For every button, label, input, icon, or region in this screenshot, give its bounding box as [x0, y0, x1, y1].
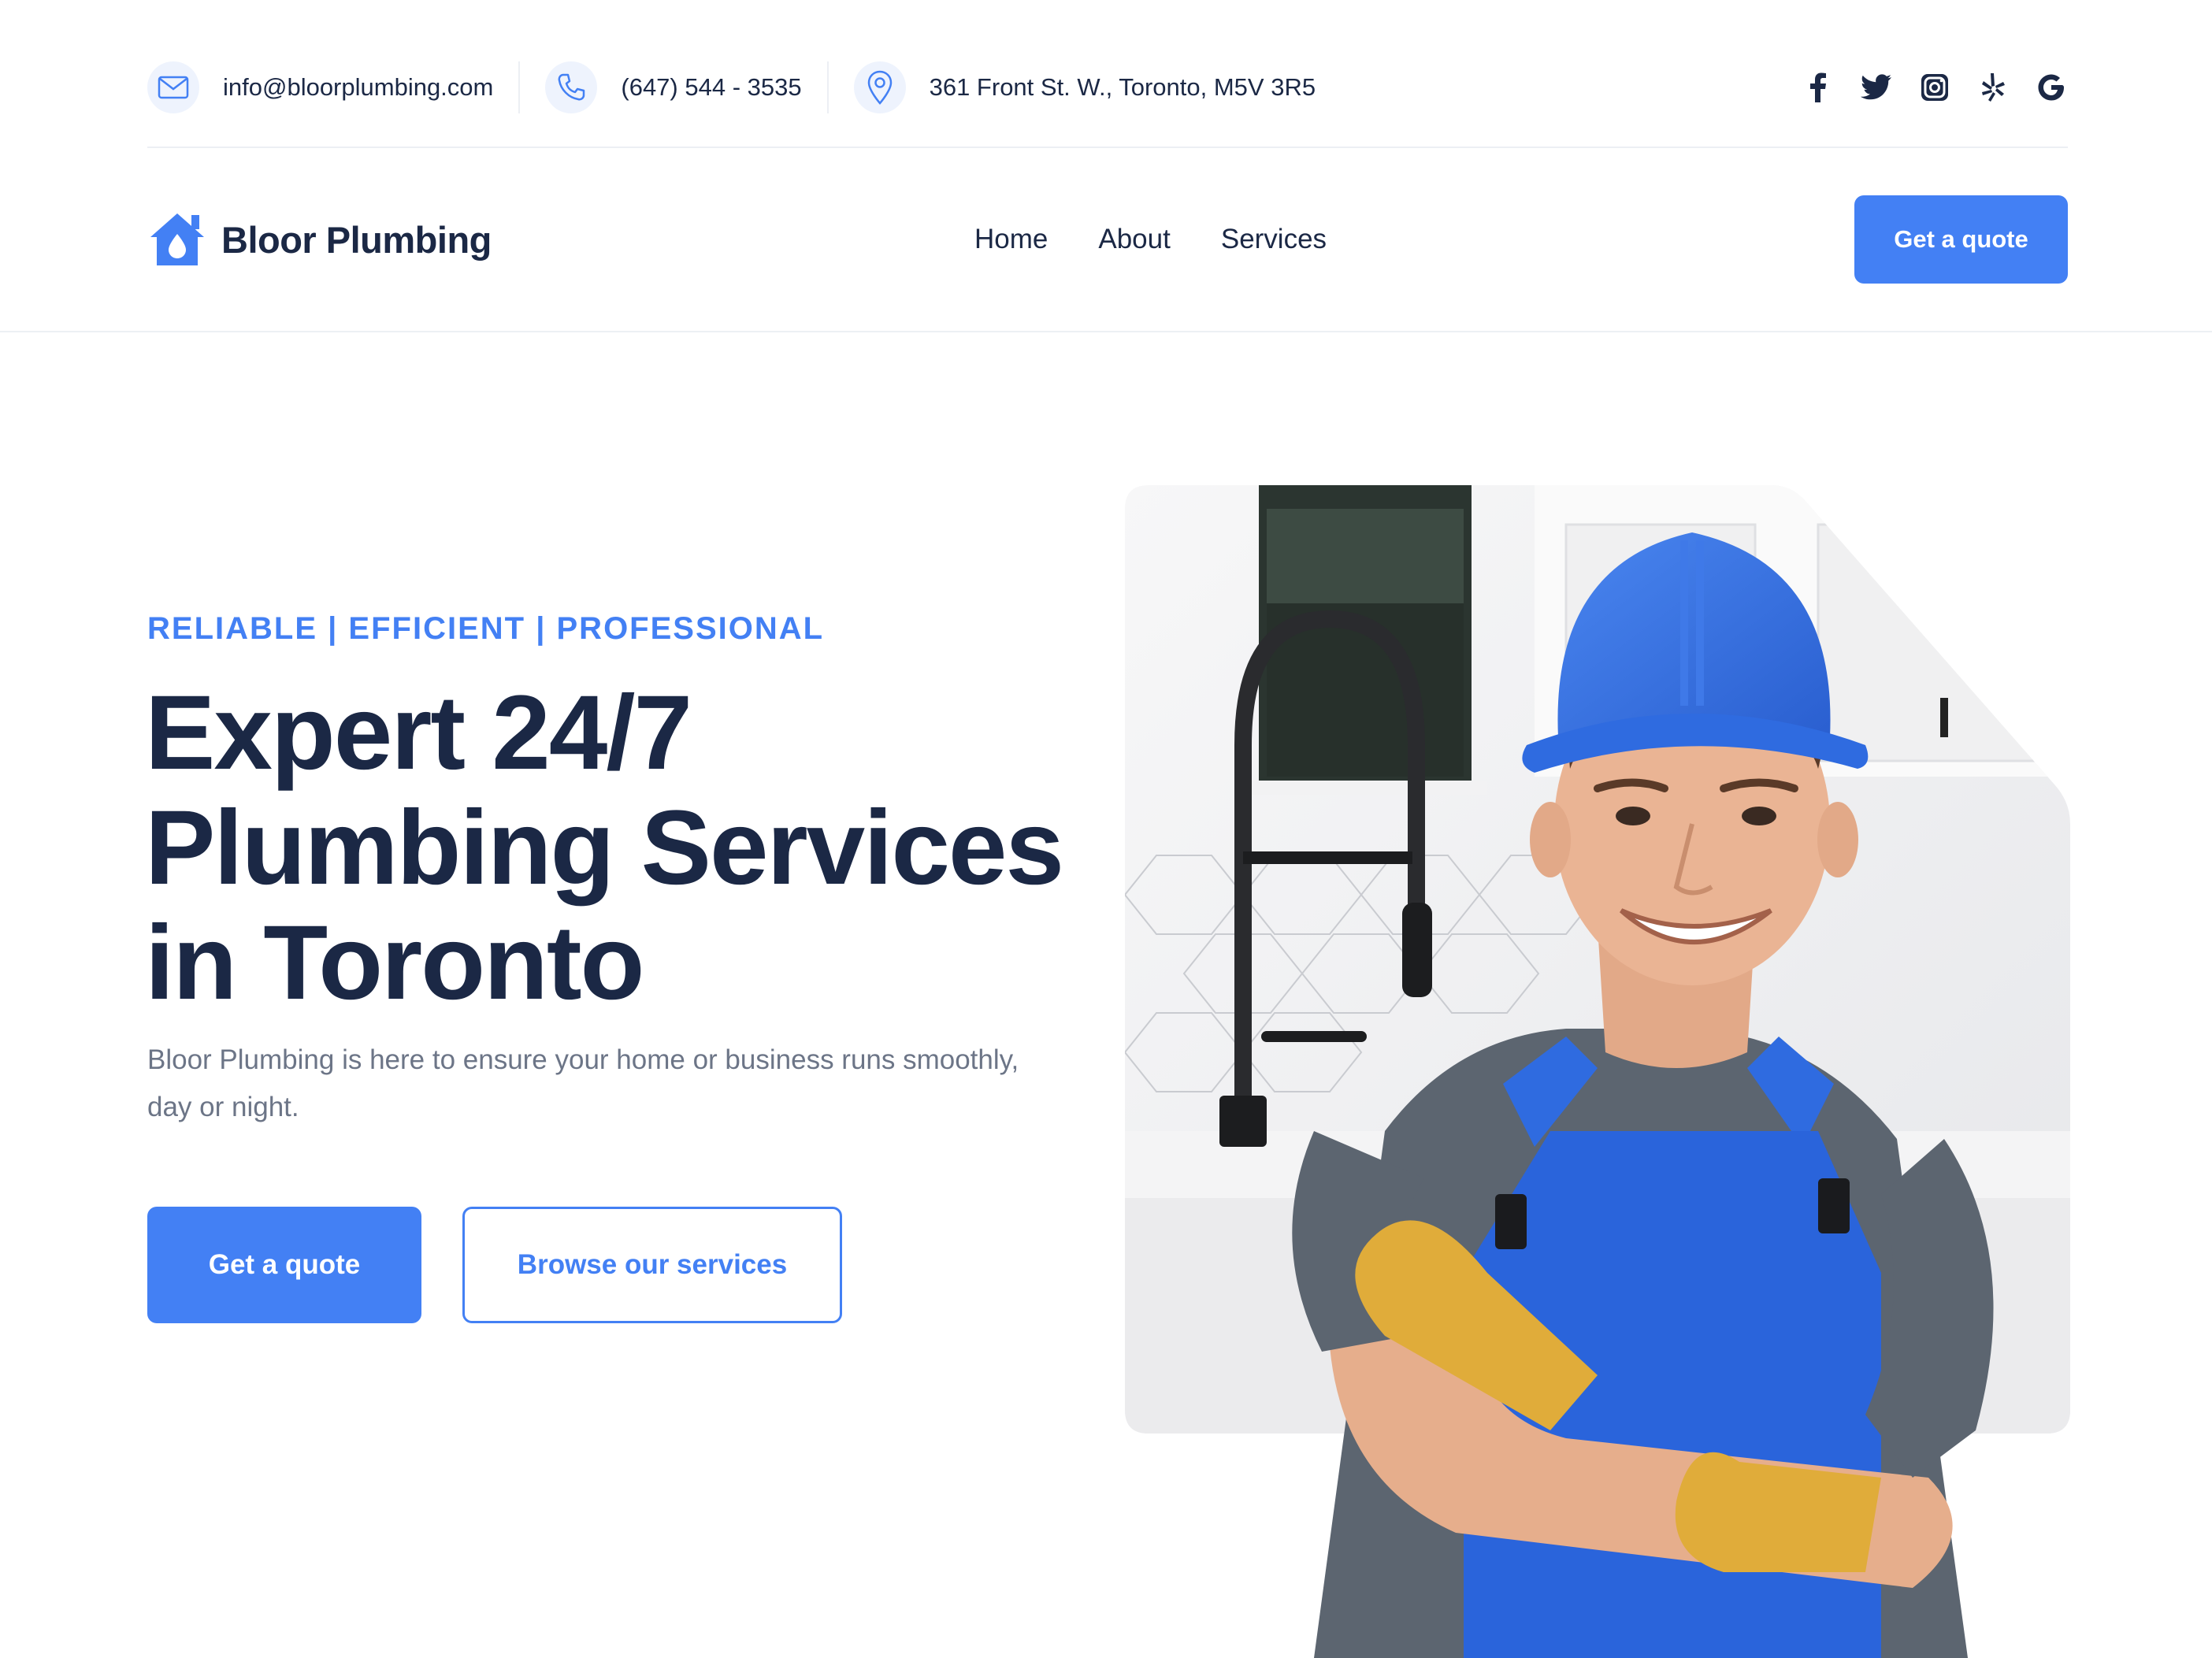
hero-title-line: in Toronto: [145, 904, 644, 1022]
contact-address-text[interactable]: 361 Front St. W., Toronto, M5V 3R5: [930, 73, 1316, 102]
hero-eyebrow: RELIABLE | EFFICIENT | PROFESSIONAL: [147, 611, 825, 646]
nav-link-services[interactable]: Services: [1221, 224, 1327, 255]
nav-divider: [0, 331, 2212, 332]
hero-title: Expert 24/7 Plumbing Services in Toronto: [145, 676, 1090, 1021]
hero-get-quote-button[interactable]: Get a quote: [147, 1207, 421, 1323]
envelope-icon: [147, 61, 199, 113]
contact-address[interactable]: 361 Front St. W., Toronto, M5V 3R5: [853, 57, 1316, 118]
contact-bar: info@bloorplumbing.com (647) 544 - 3535 …: [147, 57, 2068, 118]
hero-title-line: Plumbing Services: [145, 789, 1064, 907]
map-pin-icon: [853, 61, 906, 113]
browse-services-button[interactable]: Browse our services: [462, 1207, 842, 1323]
instagram-icon[interactable]: [1918, 71, 1951, 104]
contact-phone-text[interactable]: (647) 544 - 3535: [621, 73, 801, 102]
house-drop-icon: [150, 213, 204, 265]
contact-divider: [518, 61, 521, 113]
top-divider: [147, 147, 2068, 148]
twitter-icon[interactable]: [1860, 71, 1893, 104]
nav-links: Home About Services: [974, 195, 1327, 284]
nav-get-quote-button[interactable]: Get a quote: [1854, 195, 2068, 284]
phone-icon: [545, 61, 598, 113]
contact-email[interactable]: info@bloorplumbing.com: [147, 57, 493, 118]
yelp-icon[interactable]: [1976, 71, 2010, 104]
main-navigation: Bloor Plumbing Home About Services Get a…: [147, 195, 2068, 284]
hero-title-line: Expert 24/7: [145, 674, 692, 792]
nav-link-home[interactable]: Home: [974, 224, 1048, 255]
facebook-icon[interactable]: [1802, 71, 1835, 104]
nav-link-about[interactable]: About: [1098, 224, 1170, 255]
brand-name[interactable]: Bloor Plumbing: [221, 218, 492, 261]
contact-divider: [826, 61, 829, 113]
brand-logo[interactable]: Bloor Plumbing: [147, 210, 492, 269]
social-links: [1802, 71, 2068, 104]
contact-email-text[interactable]: info@bloorplumbing.com: [223, 73, 493, 102]
hero-subtitle: Bloor Plumbing is here to ensure your ho…: [147, 1044, 1019, 1122]
contact-phone[interactable]: (647) 544 - 3535: [545, 57, 802, 118]
hero-plumber-image: [1125, 485, 2070, 1658]
google-icon[interactable]: [2035, 71, 2068, 104]
